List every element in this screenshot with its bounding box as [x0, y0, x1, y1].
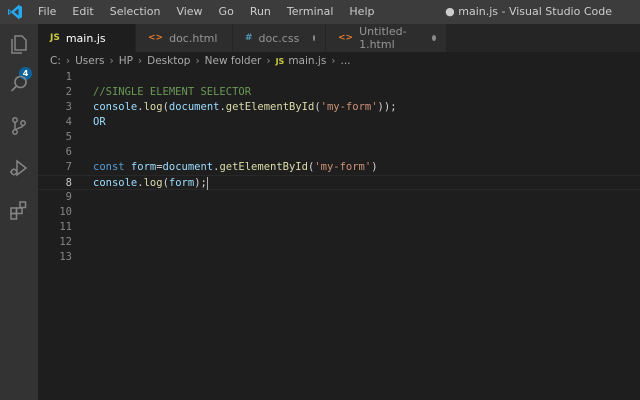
tab-doc-css[interactable]: # doc.css — [233, 24, 326, 52]
line-number: 3 — [65, 101, 72, 113]
javascript-file-icon: JS — [50, 33, 60, 43]
identifier-token: console — [93, 101, 138, 113]
comment-token: //SINGLE ELEMENT SELECTOR — [93, 86, 252, 98]
code-line[interactable]: 10 — [38, 205, 640, 220]
code-text: //SINGLE ELEMENT SELECTOR — [93, 85, 251, 100]
text-cursor — [206, 176, 208, 190]
keyword-token: const — [93, 161, 125, 173]
identifier-token: form — [124, 161, 157, 173]
breadcrumb-file[interactable]: main.js — [288, 55, 326, 67]
line-number: 11 — [59, 221, 72, 233]
code-line[interactable]: 4 OR — [38, 115, 640, 130]
breadcrumb: C: › Users › HP › Desktop › New folder ›… — [38, 52, 640, 70]
line-number: 2 — [65, 86, 72, 98]
breadcrumb-item[interactable]: New folder — [205, 55, 262, 67]
line-number: 1 — [65, 71, 72, 83]
line-number: 5 — [65, 131, 72, 143]
breadcrumb-symbols[interactable]: ... — [341, 55, 351, 67]
menu-go[interactable]: Go — [211, 0, 242, 24]
chevron-right-icon: › — [266, 55, 271, 67]
line-number: 10 — [59, 206, 72, 218]
javascript-file-icon: JS — [275, 56, 285, 66]
tab-label: doc.html — [169, 31, 218, 45]
line-number: 13 — [59, 251, 72, 263]
chevron-right-icon: › — [195, 55, 200, 67]
punctuation-token: )); — [377, 101, 397, 113]
source-control-icon[interactable] — [7, 114, 31, 138]
menu-help[interactable]: Help — [341, 0, 382, 24]
code-line[interactable]: 9 — [38, 190, 640, 205]
code-line[interactable]: 6 — [38, 145, 640, 160]
code-line[interactable]: 12 — [38, 235, 640, 250]
chevron-right-icon: › — [65, 55, 71, 67]
explorer-icon[interactable] — [7, 32, 31, 56]
tab-untitled-1-html[interactable]: <> Untitled-1.html — [326, 24, 447, 52]
code-line[interactable]: 2 //SINGLE ELEMENT SELECTOR — [38, 85, 640, 100]
vscode-logo-icon — [0, 0, 30, 24]
identifier-token: document — [162, 161, 214, 173]
menu-terminal[interactable]: Terminal — [279, 0, 342, 24]
identifier-token: document — [168, 101, 220, 113]
code-text: const form=document.getElementById('my-f… — [93, 160, 378, 175]
line-number: 4 — [65, 116, 72, 128]
html-file-icon: <> — [148, 33, 164, 43]
code-line[interactable]: 3 console.log(document.getElementById('m… — [38, 100, 640, 115]
line-number: 6 — [65, 146, 72, 158]
code-text: console.log(form); — [93, 176, 208, 191]
code-line[interactable]: 7 const form=document.getElementById('my… — [38, 160, 640, 175]
code-line[interactable]: 1 — [38, 70, 640, 85]
run-debug-icon[interactable] — [7, 156, 31, 180]
search-icon[interactable] — [7, 72, 31, 96]
breadcrumb-item[interactable]: Desktop — [147, 55, 190, 67]
line-number: 9 — [65, 191, 72, 203]
chevron-right-icon: › — [331, 55, 336, 67]
chevron-right-icon: › — [137, 55, 143, 67]
function-token: getElementById — [219, 161, 308, 173]
punctuation-token: ); — [194, 177, 207, 189]
string-token: 'my-form' — [314, 161, 372, 173]
identifier-token: console — [93, 177, 138, 189]
code-line[interactable]: 5 — [38, 130, 640, 145]
tab-label: main.js — [65, 31, 106, 45]
tab-main-js[interactable]: JS main.js — [38, 24, 136, 52]
extensions-icon[interactable] — [7, 198, 31, 222]
window-title: ● main.js - Visual Studio Code — [445, 5, 612, 18]
menu-bar: File Edit Selection View Go Run Terminal… — [30, 0, 382, 24]
code-text: OR — [93, 115, 106, 130]
breadcrumb-item[interactable]: Users — [75, 55, 104, 67]
breadcrumb-item[interactable]: C: — [50, 55, 61, 67]
menu-edit[interactable]: Edit — [64, 0, 101, 24]
menu-view[interactable]: View — [168, 0, 210, 24]
html-file-icon: <> — [338, 33, 354, 43]
breadcrumb-item[interactable]: HP — [119, 55, 133, 67]
function-token: log — [143, 177, 163, 189]
code-text: console.log(document.getElementById('my-… — [93, 100, 397, 115]
line-number: 7 — [65, 161, 72, 173]
line-number: 12 — [59, 236, 72, 248]
title-bar: File Edit Selection View Go Run Terminal… — [0, 0, 640, 24]
punctuation-token: ) — [371, 161, 378, 173]
string-token: 'my-form' — [320, 101, 378, 113]
menu-selection[interactable]: Selection — [102, 0, 169, 24]
identifier-token: form — [168, 177, 195, 189]
tab-label: doc.css — [258, 31, 300, 45]
tab-label: Untitled-1.html — [359, 25, 407, 51]
code-line[interactable]: 11 — [38, 220, 640, 235]
line-number: 8 — [65, 177, 72, 189]
unsaved-dot-icon[interactable] — [431, 35, 436, 41]
menu-run[interactable]: Run — [242, 0, 279, 24]
code-line[interactable]: 13 — [38, 250, 640, 265]
unsaved-dot-icon[interactable] — [313, 35, 315, 41]
menu-file[interactable]: File — [30, 0, 64, 24]
function-token: getElementById — [225, 101, 315, 113]
code-editor[interactable]: 1 2 //SINGLE ELEMENT SELECTOR 3 console.… — [38, 70, 640, 400]
function-token: log — [143, 101, 163, 113]
activity-bar: 4 — [0, 24, 38, 400]
tab-doc-html[interactable]: <> doc.html — [136, 24, 233, 52]
chevron-right-icon: › — [109, 55, 114, 67]
identifier-token: OR — [93, 116, 106, 128]
tab-bar: JS main.js <> doc.html # doc.css <> Unti… — [38, 24, 640, 52]
code-line-current[interactable]: 8 console.log(form); — [38, 175, 640, 190]
css-file-icon: # — [245, 33, 253, 43]
